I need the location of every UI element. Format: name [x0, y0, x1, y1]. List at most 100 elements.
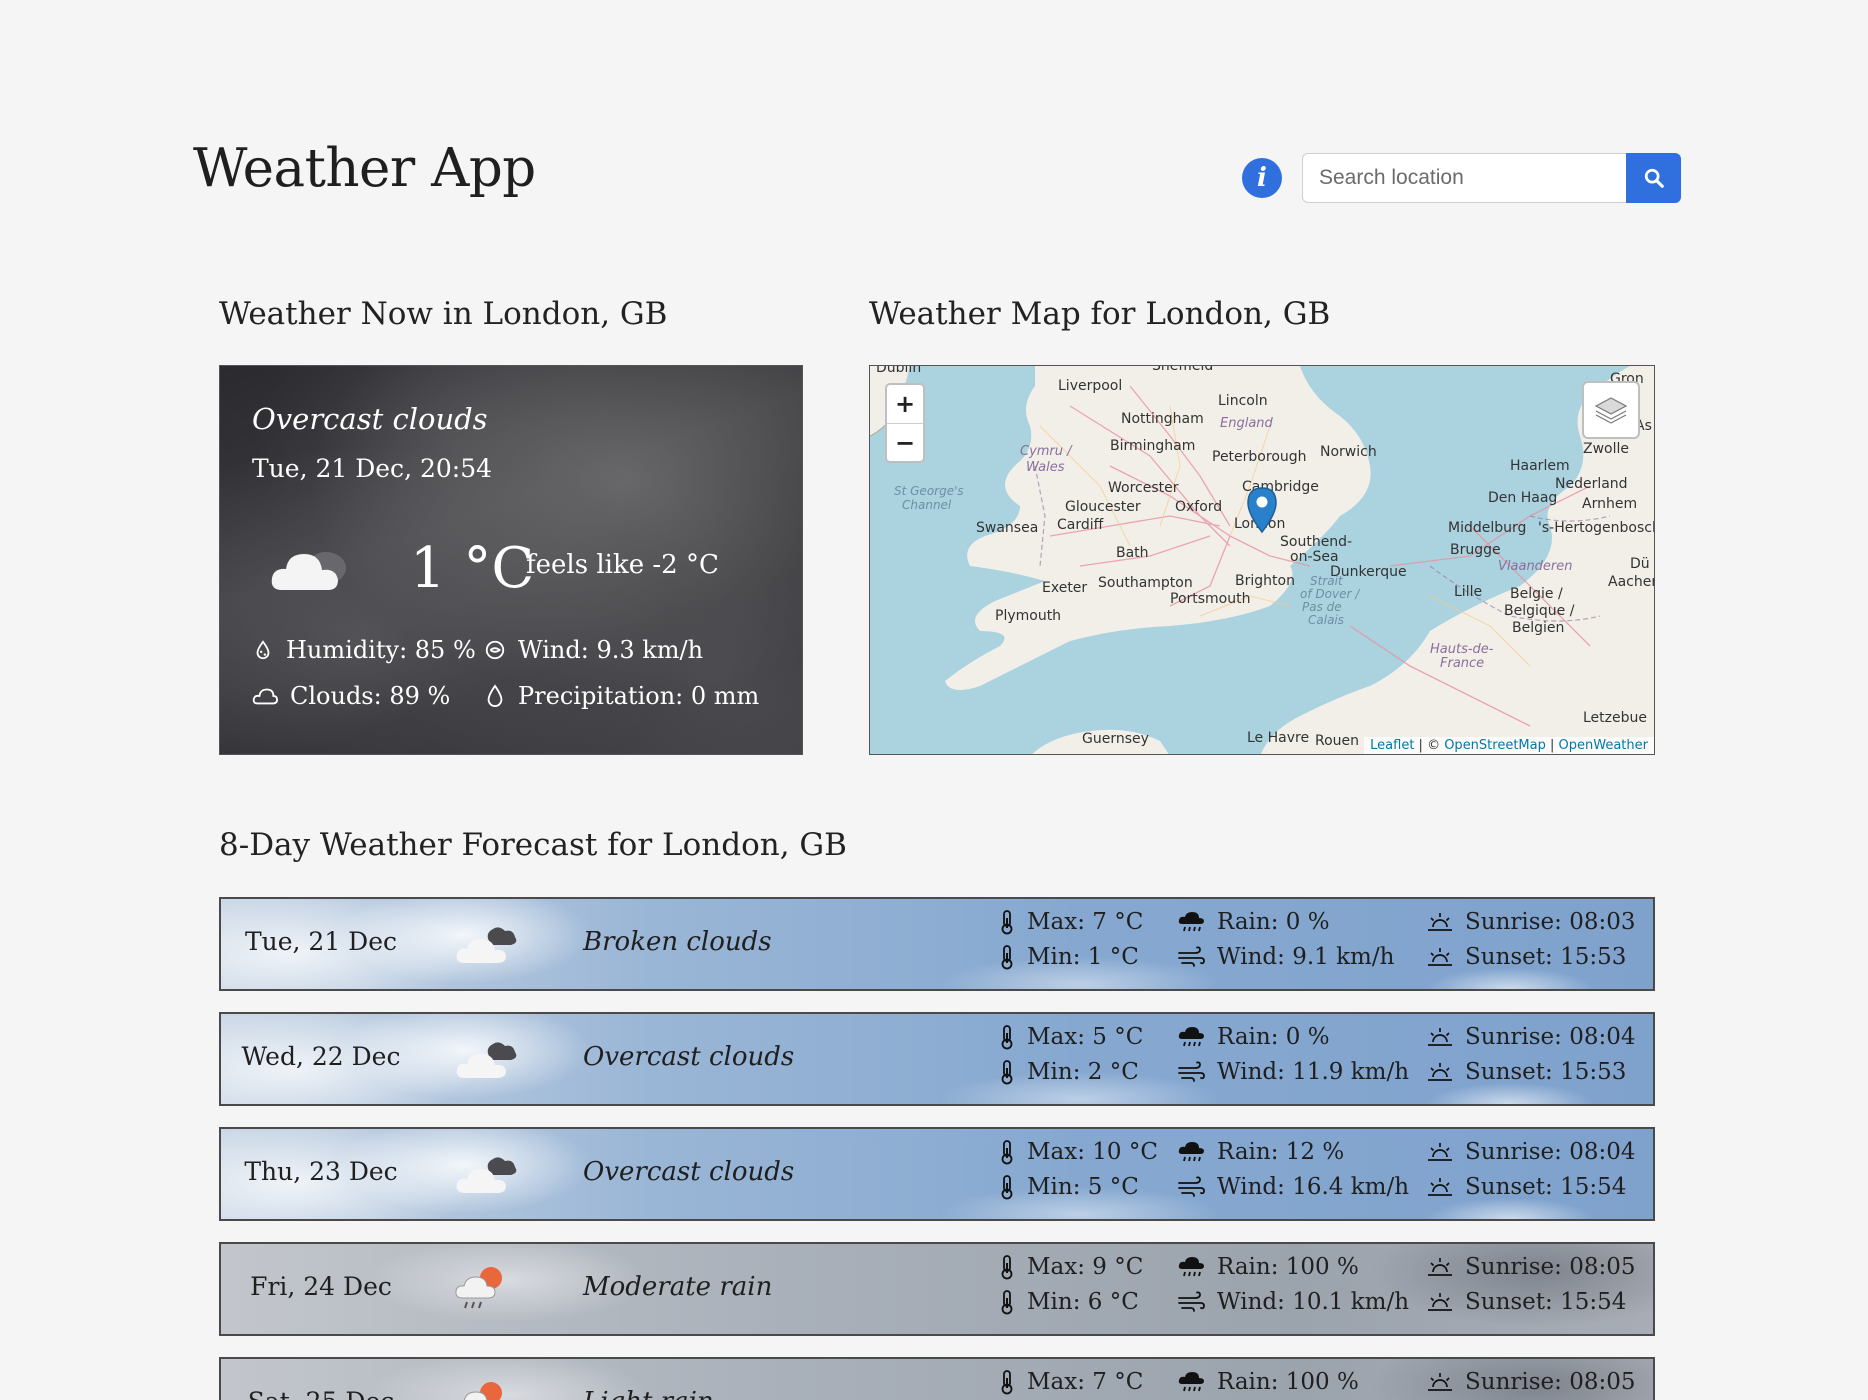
sunset-value: Sunset: 15:53: [1465, 1059, 1627, 1085]
sunset-value: Sunset: 15:54: [1465, 1174, 1627, 1200]
sunset-item: Sunset: 15:54: [1427, 1289, 1626, 1315]
sunrise-value: Sunrise: 08:05: [1465, 1369, 1636, 1395]
min-temp-value: Min: 6 °C: [1027, 1289, 1139, 1315]
info-icon: i: [1257, 163, 1267, 193]
wind-speed-value: Wind: 16.4 km/h: [1217, 1174, 1410, 1200]
sunrise-value: Sunrise: 08:04: [1465, 1139, 1636, 1165]
wind-speed-icon: [1177, 1291, 1205, 1313]
current-datetime: Tue, 21 Dec, 20:54: [252, 454, 493, 483]
search-icon: [1644, 168, 1664, 188]
wind-speed-value: Wind: 9.1 km/h: [1217, 944, 1395, 970]
min-temp-item: Min: 6 °C: [999, 1289, 1139, 1315]
sunset-value: Sunset: 15:54: [1465, 1289, 1627, 1315]
max-temp-value: Max: 7 °C: [1027, 1369, 1144, 1395]
map-attribution: Leaflet | © OpenStreetMap | OpenWeather: [1364, 737, 1654, 754]
max-temp-item: Max: 5 °C: [999, 1024, 1143, 1050]
min-temp-icon: [999, 1059, 1015, 1085]
max-temp-value: Max: 5 °C: [1027, 1024, 1144, 1050]
max-temp-item: Max: 7 °C: [999, 909, 1143, 935]
forecast-row[interactable]: Thu, 23 Dec Overcast clouds Max: 10 °C M…: [219, 1127, 1655, 1221]
rain-chance-icon: [1177, 1370, 1205, 1394]
clouds-item: Clouds: 89 %: [252, 682, 450, 710]
precipitation-item: Precipitation: 0 mm: [484, 682, 759, 710]
forecast-description: Overcast clouds: [583, 1042, 795, 1072]
app-title: Weather App: [193, 138, 536, 199]
forecast-description: Overcast clouds: [583, 1157, 795, 1187]
min-temp-icon: [999, 944, 1015, 970]
min-temp-value: Min: 5 °C: [1027, 1174, 1139, 1200]
humidity-item: Humidity: 85 %: [252, 636, 476, 664]
sunrise-item: Sunrise: 08:05: [1427, 1254, 1636, 1280]
wind-speed-item: Wind: 11.9 km/h: [1177, 1059, 1409, 1085]
min-temp-item: Min: 1 °C: [999, 944, 1139, 970]
current-weather-card: Overcast clouds Tue, 21 Dec, 20:54 1 °C …: [219, 365, 803, 755]
forecast-row[interactable]: Tue, 21 Dec Broken clouds Max: 7 °C Min:…: [219, 897, 1655, 991]
sunset-item: Sunset: 15:54: [1427, 1174, 1626, 1200]
min-temp-value: Min: 2 °C: [1027, 1059, 1139, 1085]
max-temp-icon: [999, 909, 1015, 935]
broken-clouds-icon: [451, 919, 521, 973]
sunset-icon: [1427, 946, 1453, 968]
sunrise-item: Sunrise: 08:05: [1427, 1369, 1636, 1395]
precipitation-value: Precipitation: 0 mm: [518, 682, 760, 710]
max-temp-icon: [999, 1254, 1015, 1280]
attribution-separator: |: [1545, 738, 1559, 753]
forecast-row[interactable]: Wed, 22 Dec Overcast clouds Max: 5 °C Mi…: [219, 1012, 1655, 1106]
sunset-icon: [1427, 1291, 1453, 1313]
search-button[interactable]: [1626, 153, 1681, 203]
wind-speed-value: Wind: 11.9 km/h: [1217, 1059, 1410, 1085]
sunset-icon: [1427, 1176, 1453, 1198]
search-input[interactable]: [1302, 153, 1626, 203]
rain-chance-value: Rain: 0 %: [1217, 1024, 1330, 1050]
wind-speed-item: Wind: 9.1 km/h: [1177, 944, 1394, 970]
zoom-in-button[interactable]: +: [887, 385, 923, 423]
forecast-row[interactable]: Sat, 25 Dec Light rain Max: 7 °C Rain: 1…: [219, 1357, 1655, 1400]
openstreetmap-link[interactable]: OpenStreetMap: [1444, 738, 1546, 753]
current-description: Overcast clouds: [252, 402, 488, 436]
rain-chance-value: Rain: 0 %: [1217, 909, 1330, 935]
humidity-icon: [256, 640, 270, 660]
sunset-value: Sunset: 15:53: [1465, 944, 1627, 970]
rain-icon: [451, 1379, 511, 1400]
forecast-date: Sat, 25 Dec: [221, 1387, 421, 1400]
sunrise-icon: [1427, 911, 1453, 933]
sunrise-value: Sunrise: 08:04: [1465, 1024, 1636, 1050]
max-temp-value: Max: 9 °C: [1027, 1254, 1144, 1280]
rain-chance-icon: [1177, 1255, 1205, 1279]
location-marker-icon[interactable]: [1245, 486, 1279, 534]
sunset-icon: [1427, 1061, 1453, 1083]
rain-chance-icon: [1177, 1140, 1205, 1164]
info-button[interactable]: i: [1242, 158, 1282, 198]
humidity-value: Humidity: 85 %: [286, 636, 476, 664]
rain-chance-item: Rain: 100 %: [1177, 1369, 1359, 1395]
rain-icon: [451, 1264, 511, 1318]
forecast-description: Light rain: [583, 1387, 714, 1400]
sunrise-item: Sunrise: 08:03: [1427, 909, 1636, 935]
wind-speed-item: Wind: 16.4 km/h: [1177, 1174, 1409, 1200]
max-temp-value: Max: 7 °C: [1027, 909, 1144, 935]
min-temp-icon: [999, 1289, 1015, 1315]
min-temp-value: Min: 1 °C: [1027, 944, 1139, 970]
wind-speed-item: Wind: 10.1 km/h: [1177, 1289, 1409, 1315]
rain-chance-value: Rain: 12 %: [1217, 1139, 1345, 1165]
weather-map[interactable]: Dublin Sheffield Liverpool Lincoln Notti…: [869, 365, 1655, 755]
forecast-row[interactable]: Fri, 24 Dec Moderate rain Max: 9 °C Min:…: [219, 1242, 1655, 1336]
forecast-date: Thu, 23 Dec: [244, 1157, 398, 1186]
map-layers-button[interactable]: [1582, 381, 1640, 439]
sunrise-item: Sunrise: 08:04: [1427, 1024, 1636, 1050]
max-temp-icon: [999, 1139, 1015, 1165]
current-temperature: 1 °C: [410, 536, 535, 601]
max-temp-item: Max: 10 °C: [999, 1139, 1158, 1165]
zoom-out-button[interactable]: −: [887, 423, 923, 461]
openweather-link[interactable]: OpenWeather: [1559, 738, 1648, 753]
forecast-description: Moderate rain: [583, 1272, 773, 1302]
sunrise-icon: [1427, 1256, 1453, 1278]
sunrise-icon: [1427, 1141, 1453, 1163]
max-temp-icon: [999, 1369, 1015, 1395]
leaflet-link[interactable]: Leaflet: [1370, 738, 1414, 753]
rain-chance-value: Rain: 100 %: [1217, 1254, 1359, 1280]
weather-map-heading: Weather Map for London, GB: [869, 296, 1331, 332]
current-weather-heading: Weather Now in London, GB: [219, 296, 668, 332]
forecast-date: Wed, 22 Dec: [241, 1042, 401, 1071]
rain-chance-item: Rain: 100 %: [1177, 1254, 1359, 1280]
